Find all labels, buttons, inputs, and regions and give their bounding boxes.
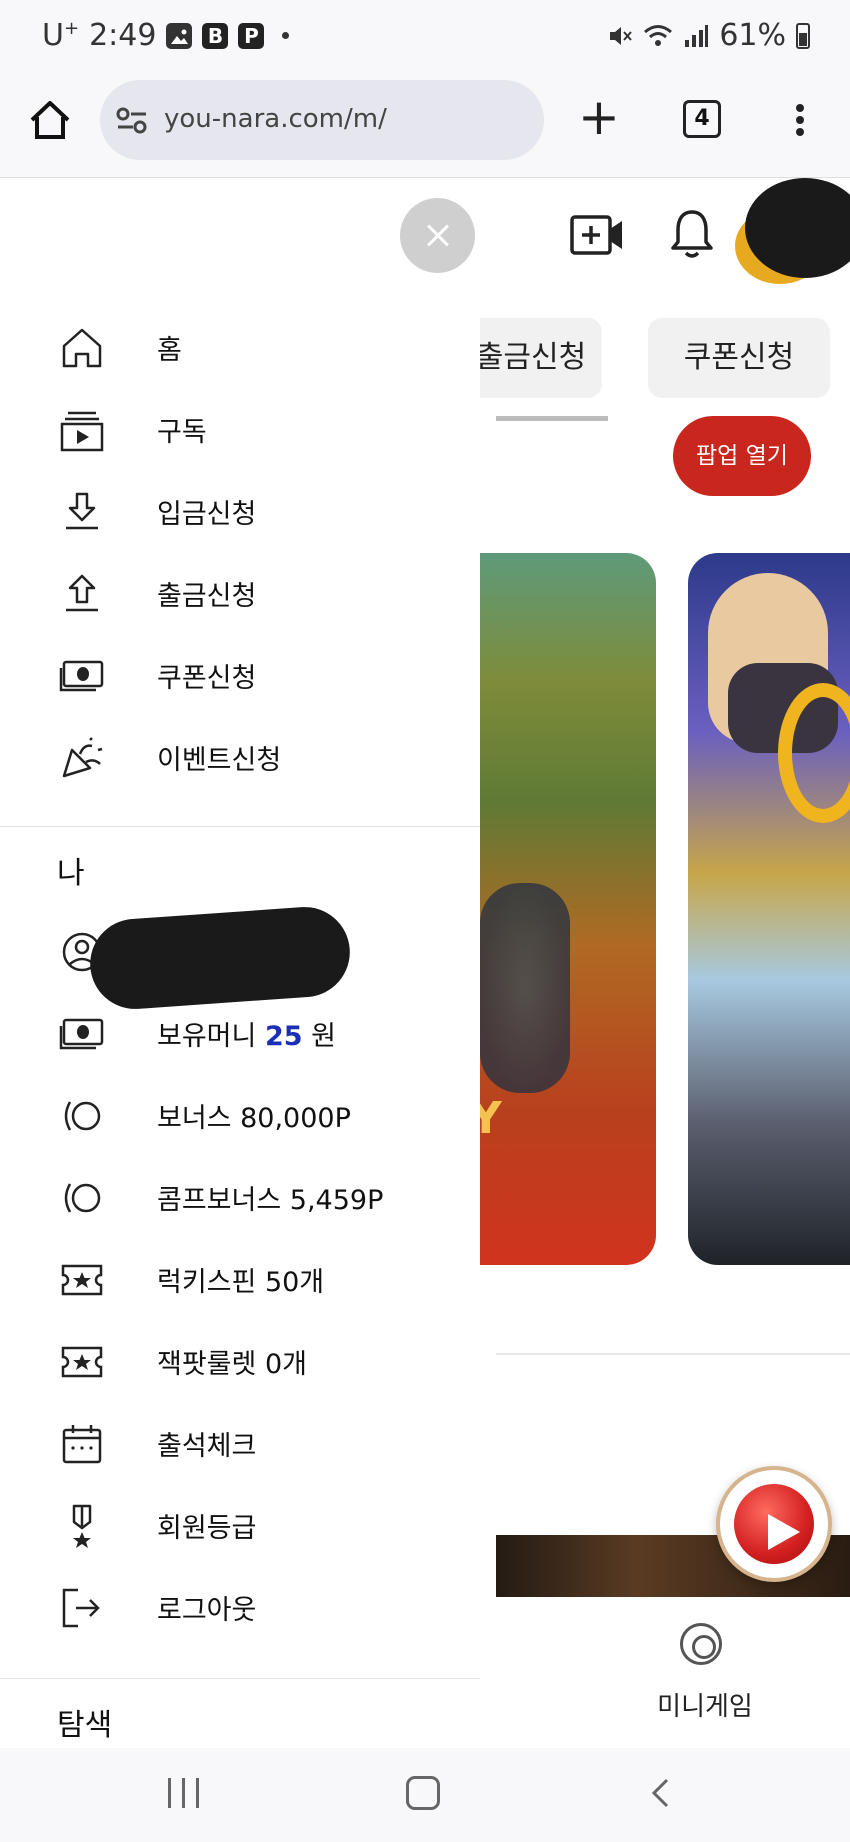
carrier-label: U+ [42,18,80,53]
menu-item-label: 구독 [157,417,207,448]
mini-game-label[interactable]: 미니게임 [620,1686,790,1723]
status-left: U+ 2:49 B P [42,18,290,53]
chip-coupon[interactable]: 쿠폰신청 [648,318,830,398]
menu-item-label: 회원등급 [157,1513,257,1544]
game-banner[interactable]: AY [480,553,656,1265]
battery-percent: 61% [719,18,786,53]
drawer-divider [0,826,480,827]
subscriptions-icon [60,411,104,452]
background-page: 출금신청 쿠폰신청 팝업 열기 AY 미니게임 [480,178,850,1748]
money-icon [59,660,104,692]
side-drawer: 홈 구독 입금신청 출금신청 쿠폰신청 이벤트신청 나 보유머니 25 원 보너… [0,178,480,1748]
address-bar[interactable]: you-nara.com/m/ [100,80,544,160]
new-tab-button[interactable]: + [578,92,620,142]
drawer-divider [0,1678,480,1679]
status-right: 61% [607,18,810,53]
section-title-me: 나 [57,856,85,891]
page-header-icons [480,178,850,298]
menu-item-deposit[interactable]: 입금신청 [0,470,480,552]
menu-item-label: 로그아웃 [157,1595,257,1626]
back-icon[interactable] [650,1778,670,1808]
menu-item-comp-bonus[interactable]: 콤프보너스 5,459P [0,1156,480,1238]
bell-icon[interactable] [670,208,714,260]
menu-item-balance[interactable]: 보유머니 25 원 [0,992,480,1074]
signal-icon [685,24,709,47]
url-text[interactable]: you-nara.com/m/ [164,104,387,134]
menu-item-bonus[interactable]: 보너스 80,000P [0,1074,480,1156]
recent-apps-icon[interactable] [168,1778,202,1808]
menu-item-label: 출석체크 [157,1431,257,1462]
browser-toolbar: you-nara.com/m/ + 4 [0,80,850,178]
menu-item-logout[interactable]: 로그아웃 [0,1566,480,1648]
tab-switcher-button[interactable]: 4 [683,100,721,138]
party-popper-icon [62,737,103,778]
menu-item-home[interactable]: 홈 [0,306,480,388]
logout-icon [62,1588,100,1628]
menu-item-label: 잭팟룰렛 0개 [157,1349,307,1380]
video-add-icon[interactable] [570,213,624,257]
gallery-icon [166,22,193,49]
game-banner[interactable] [688,553,850,1265]
medal-icon [72,1504,92,1548]
menu-item-coupon[interactable]: 쿠폰신청 [0,634,480,716]
status-bar: U+ 2:49 B P 61% [0,0,850,80]
menu-item-attendance[interactable]: 출석체크 [0,1402,480,1484]
menu-item-label: 출금신청 [157,581,257,612]
floating-play-button[interactable] [716,1466,832,1582]
upload-icon [66,574,98,612]
menu-item-lucky-spin[interactable]: 럭키스핀 50개 [0,1238,480,1320]
mini-game-icon[interactable] [680,1623,722,1665]
menu-item-membership[interactable]: 회원등급 [0,1484,480,1566]
system-nav-bar [0,1748,850,1842]
chip-withdrawal[interactable]: 출금신청 [480,318,602,398]
menu-item-label: 홈 [157,335,182,366]
mute-icon [610,26,633,45]
battery-icon [796,22,810,49]
home-nav-icon[interactable] [406,1776,440,1810]
money-icon [59,1018,104,1050]
more-notifications-dot [282,32,290,39]
p-app-icon: P [238,22,265,49]
b-app-icon: B [202,22,229,49]
browser-menu-icon[interactable] [790,100,810,140]
menu-item-event[interactable]: 이벤트신청 [0,716,480,798]
download-icon [66,492,98,530]
menu-item-jackpot-roulette[interactable]: 잭팟룰렛 0개 [0,1320,480,1402]
chip-scroll-indicator [496,416,608,421]
menu-item-label: 보너스 80,000P [157,1103,351,1134]
status-time: 2:49 [89,18,157,53]
menu-item-label: 럭키스핀 50개 [157,1267,325,1298]
menu-item-label: 콤프보너스 5,459P [157,1185,384,1216]
balance-value: 25 [264,1021,303,1052]
home-icon[interactable] [28,98,72,142]
menu-item-subscriptions[interactable]: 구독 [0,388,480,470]
calendar-icon [62,1425,102,1464]
menu-item-label: 쿠폰신청 [157,663,257,694]
menu-item-label: 이벤트신청 [157,745,282,776]
balance-label: 보유머니 25 원 [157,1021,336,1052]
points-icon [64,1183,101,1213]
points-icon [64,1101,101,1131]
ticket-star-icon [61,1264,103,1296]
home-icon [62,328,102,368]
section-title-explore: 탐색 [57,1708,113,1743]
play-icon [734,1484,814,1564]
close-drawer-button[interactable] [400,198,475,273]
menu-item-label: 입금신청 [157,499,257,530]
site-settings-icon[interactable] [116,104,148,136]
menu-item-withdrawal[interactable]: 출금신청 [0,552,480,634]
open-popup-button[interactable]: 팝업 열기 [673,416,811,496]
wifi-icon [644,24,673,46]
banner-text: AY [480,1093,502,1144]
ticket-star-icon [61,1346,103,1378]
section-divider [496,1353,850,1355]
